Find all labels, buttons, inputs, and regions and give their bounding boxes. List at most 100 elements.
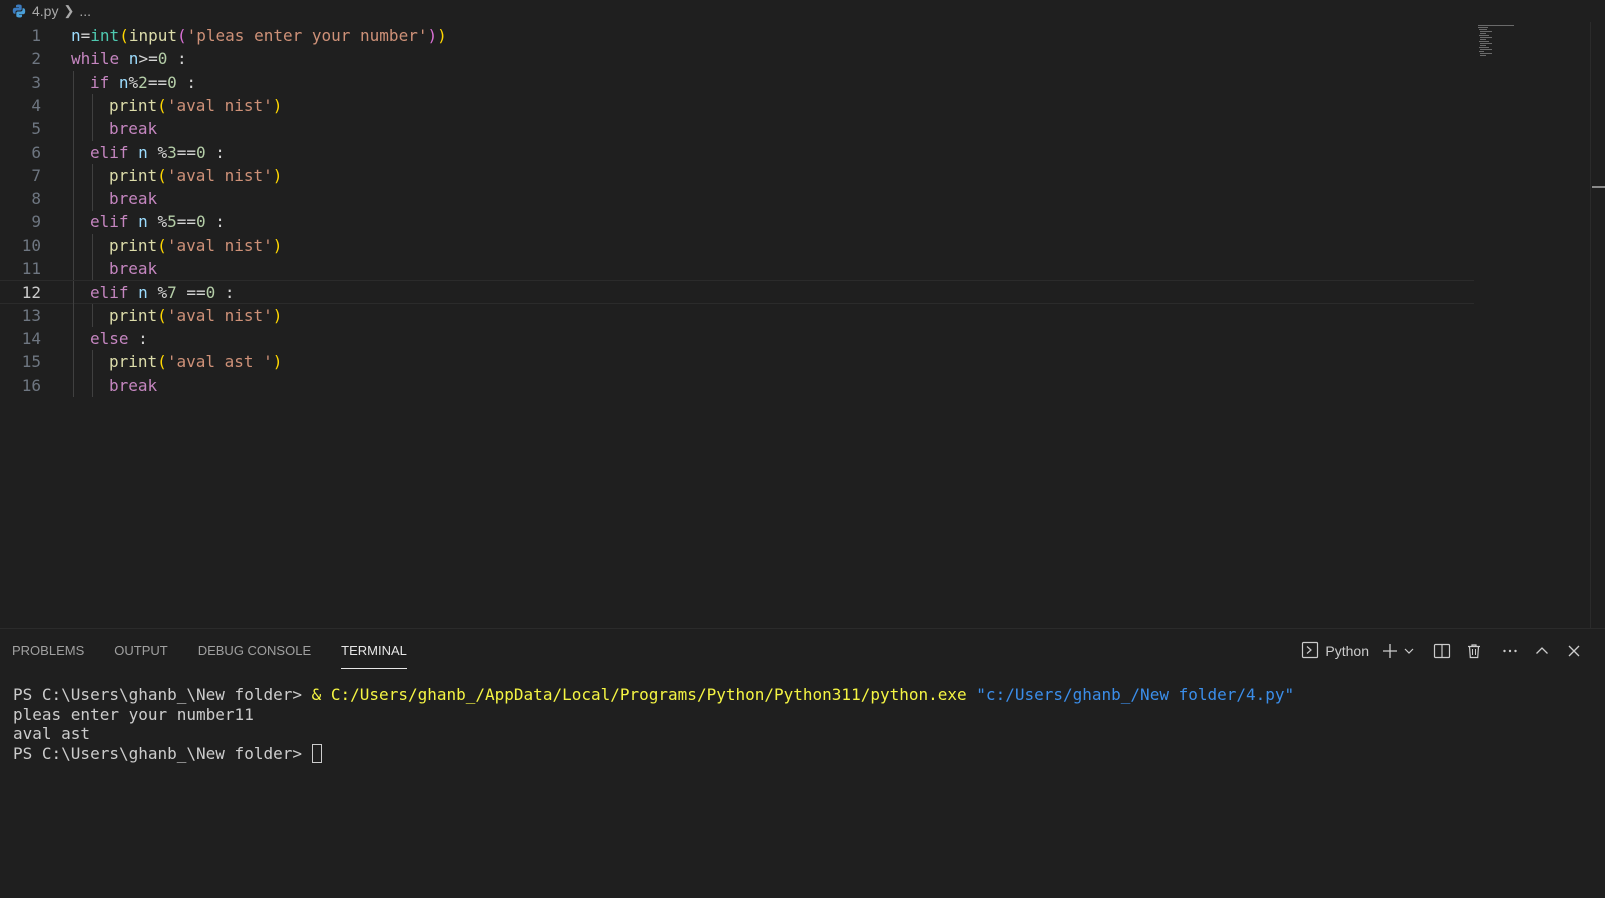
code-token: break <box>109 375 158 395</box>
new-terminal-button[interactable] <box>1381 638 1415 664</box>
close-panel-button[interactable] <box>1561 638 1587 664</box>
indent-guide <box>92 233 93 258</box>
code-token: print <box>109 95 158 115</box>
minimap-line <box>1478 27 1488 28</box>
breadcrumb-symbol[interactable]: ... <box>79 3 91 19</box>
more-actions-button[interactable] <box>1497 638 1523 664</box>
indent-guide <box>73 93 74 118</box>
code-token: break <box>109 189 158 209</box>
tab-terminal[interactable]: TERMINAL <box>341 629 407 673</box>
breadcrumb-file[interactable]: 4.py <box>32 3 58 19</box>
code-line[interactable]: 6 elif n %3==0 : <box>0 140 1474 165</box>
code-line[interactable]: 10 print('aval nist') <box>0 233 1474 258</box>
terminal-argument: "c:/Users/ghanb_/New folder/4.py" <box>976 685 1295 704</box>
line-number: 3 <box>31 72 41 92</box>
split-terminal-button[interactable] <box>1429 638 1455 664</box>
code-token: 7 <box>167 283 177 303</box>
chevron-down-icon[interactable] <box>1403 645 1415 657</box>
trash-icon <box>1465 642 1483 660</box>
code-line[interactable]: 4 print('aval nist') <box>0 93 1474 118</box>
code-line[interactable]: 8 break <box>0 187 1474 211</box>
code-line[interactable]: 2 while n>=0 : <box>0 47 1474 71</box>
indent-guide <box>73 257 74 281</box>
code-token: elif <box>90 142 129 162</box>
minimap-line <box>1480 43 1492 44</box>
indent-guide <box>73 117 74 141</box>
indent-guide <box>92 187 93 211</box>
terminal-output[interactable]: PS C:\Users\ghanb_\New folder> & C:/User… <box>13 685 1294 763</box>
code-line[interactable]: 5 break <box>0 117 1474 141</box>
line-number: 8 <box>31 189 41 209</box>
tab-debug-console[interactable]: DEBUG CONSOLE <box>198 629 311 673</box>
code-token: if <box>90 72 110 92</box>
code-text: print('aval nist') <box>109 164 282 188</box>
code-token: == <box>147 72 168 92</box>
code-token: print <box>109 165 158 185</box>
terminal-line: PS C:\Users\ghanb_\New folder> <box>13 743 1294 764</box>
code-text: if n%2==0 : <box>90 71 196 95</box>
code-token: elif <box>90 212 129 232</box>
line-number: 12 <box>21 283 41 303</box>
indent-guide <box>73 281 74 306</box>
code-line[interactable]: 16 break <box>0 373 1474 398</box>
code-token: : <box>128 328 148 348</box>
minimap-line <box>1480 49 1492 50</box>
minimap-line <box>1479 41 1489 42</box>
terminal-selector[interactable]: Python <box>1301 641 1369 662</box>
indent-guide <box>73 303 74 328</box>
line-number: 5 <box>31 119 41 139</box>
minimap-line <box>1480 45 1486 46</box>
tab-problems[interactable]: PROBLEMS <box>12 629 84 673</box>
minimap-line <box>1480 31 1492 32</box>
code-token: 'aval ast ' <box>166 352 273 372</box>
python-icon <box>12 4 26 18</box>
code-text: while n>=0 : <box>71 47 187 71</box>
code-token: >= <box>138 49 158 69</box>
code-line[interactable]: 1 n=int(input('pleas enter your number')) <box>0 24 1474 48</box>
breadcrumb: 4.py ❯ ... <box>0 0 1605 22</box>
code-token: break <box>109 259 158 278</box>
more-icon <box>1501 642 1519 660</box>
code-token: ( <box>157 235 167 255</box>
code-line[interactable]: 9 elif n %5==0 : <box>0 210 1474 235</box>
code-token: == <box>176 142 196 162</box>
indent-guide <box>73 163 74 188</box>
tab-output[interactable]: OUTPUT <box>114 629 167 673</box>
minimap[interactable] <box>1478 25 1518 65</box>
code-token: 'pleas enter your number' <box>186 26 428 45</box>
code-line[interactable]: 11 break <box>0 257 1474 281</box>
code-token: 0 <box>195 212 206 232</box>
kill-terminal-button[interactable] <box>1461 638 1487 664</box>
code-token: = <box>80 26 91 45</box>
code-token: n <box>128 212 158 232</box>
code-line[interactable]: 13 print('aval nist') <box>0 303 1474 328</box>
code-editor[interactable]: 1 n=int(input('pleas enter your number'))… <box>0 22 1605 628</box>
code-token: == <box>176 283 206 303</box>
code-token: ( <box>157 305 167 325</box>
code-text: break <box>109 117 157 141</box>
editor-scrollbar[interactable] <box>1590 22 1591 628</box>
code-token: ) <box>272 305 283 325</box>
code-line[interactable]: 15 print('aval ast ') <box>0 350 1474 374</box>
code-line[interactable]: 3 if n%2==0 : <box>0 70 1474 95</box>
code-text: else : <box>90 327 148 351</box>
code-token: % <box>157 283 168 303</box>
minimap-line <box>1479 47 1489 48</box>
code-line[interactable]: 7 print('aval nist') <box>0 163 1474 188</box>
line-number: 1 <box>31 26 41 45</box>
line-number: 7 <box>31 165 41 185</box>
code-token: : <box>215 283 235 303</box>
terminal-command: C:/Users/ghanb_/AppData/Local/Programs/P… <box>330 685 967 704</box>
maximize-panel-button[interactable] <box>1529 638 1555 664</box>
code-text: elif n %5==0 : <box>90 210 225 234</box>
code-token: 'aval nist' <box>166 305 273 325</box>
code-line[interactable]: 14 else : <box>0 326 1474 351</box>
minimap-line <box>1480 33 1486 34</box>
code-line[interactable]: 12 elif n %7 ==0 : <box>0 280 1474 306</box>
code-token: ) <box>272 95 283 115</box>
code-text: elif n %3==0 : <box>90 141 225 165</box>
code-token: : <box>205 142 225 162</box>
code-token: 0 <box>157 49 168 69</box>
terminal-prompt: PS C:\Users\ghanb_\New folder> <box>13 685 312 704</box>
code-token: 3 <box>167 142 177 162</box>
